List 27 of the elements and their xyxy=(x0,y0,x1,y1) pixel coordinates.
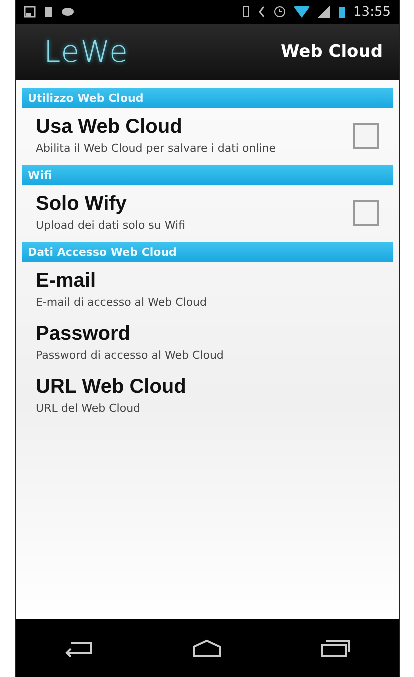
recent-apps-icon[interactable] xyxy=(320,639,350,657)
home-icon[interactable] xyxy=(192,639,222,657)
checkbox[interactable] xyxy=(353,122,379,148)
app-logo: LeWe xyxy=(44,34,130,70)
signal-icon xyxy=(318,6,330,18)
preference-summary: E-mail di accesso al Web Cloud xyxy=(36,296,208,309)
section-header: Wifi xyxy=(22,165,393,185)
screen-title: Web Cloud xyxy=(280,42,383,62)
preference-summary: Abilita il Web Cloud per salvare i dati online xyxy=(36,142,276,155)
preference-title[interactable]: Usa Web Cloud xyxy=(36,116,276,139)
preference-summary: Upload dei dati solo su Wifi xyxy=(36,219,186,232)
preference-summary: Password di accesso al Web Cloud xyxy=(36,349,224,362)
preference-title[interactable]: Password xyxy=(36,323,224,346)
alarm-icon xyxy=(274,6,286,18)
section-header: Utilizzo Web Cloud xyxy=(22,88,393,108)
preference-summary: URL del Web Cloud xyxy=(36,402,142,415)
preference-title[interactable]: Solo Wify xyxy=(36,193,186,216)
battery-icon xyxy=(338,6,346,18)
wifi-icon xyxy=(294,6,310,18)
preference-title[interactable]: URL Web Cloud xyxy=(36,376,186,399)
section-header: Dati Accesso Web Cloud xyxy=(22,242,393,262)
clock-time: 13:55 xyxy=(354,4,391,20)
checkbox[interactable] xyxy=(353,200,379,226)
battery-icon xyxy=(242,6,250,18)
image-icon xyxy=(24,6,36,18)
preference-title[interactable]: E-mail xyxy=(36,270,208,293)
back-icon[interactable] xyxy=(64,639,95,657)
